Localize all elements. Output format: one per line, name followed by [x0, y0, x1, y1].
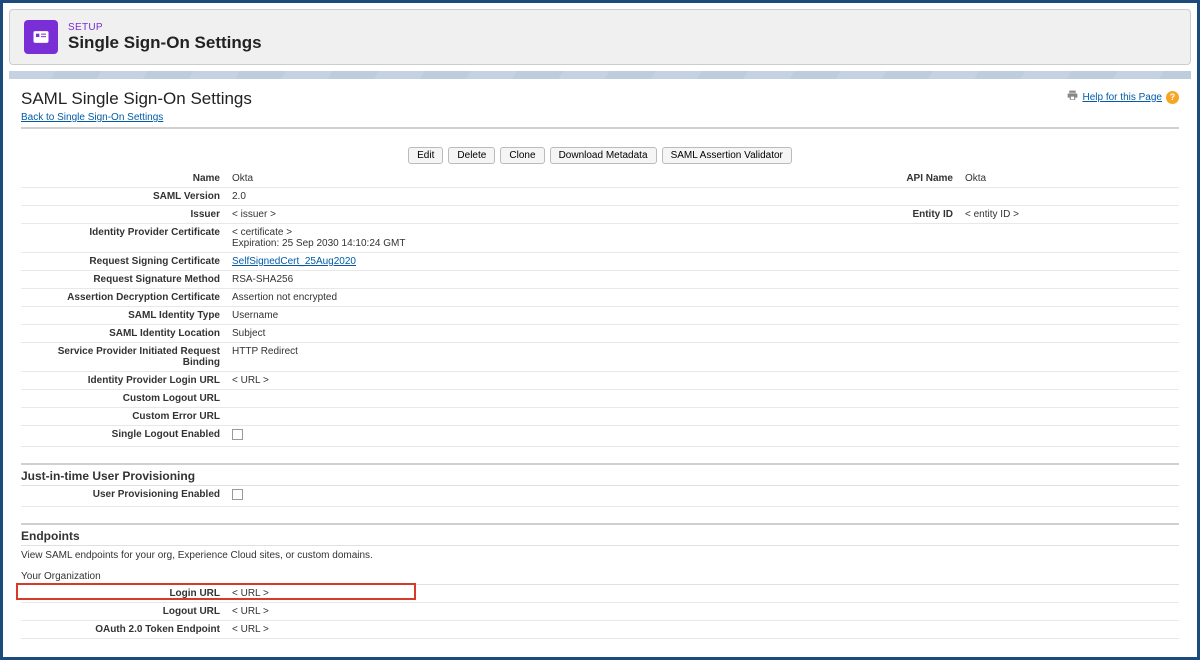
name-label: Name	[21, 170, 226, 188]
req-sign-cert-link[interactable]: SelfSignedCert_25Aug2020	[232, 256, 356, 267]
setup-header: SETUP Single Sign-On Settings	[9, 9, 1191, 65]
saml-validator-button[interactable]: SAML Assertion Validator	[662, 147, 792, 164]
api-name-label: API Name	[829, 170, 959, 188]
help-icon[interactable]: ?	[1166, 91, 1179, 104]
req-sig-method-value: RSA-SHA256	[226, 271, 1179, 289]
sp-binding-label: Service Provider Initiated Request Bindi…	[21, 343, 226, 372]
delete-button[interactable]: Delete	[448, 147, 495, 164]
saml-version-label: SAML Version	[21, 188, 226, 206]
idp-cert-value: < certificate > Expiration: 25 Sep 2030 …	[226, 224, 1179, 253]
endpoints-desc: View SAML endpoints for your org, Experi…	[21, 546, 1179, 565]
idp-login-url-value: < URL >	[226, 372, 1179, 390]
decor-strip	[9, 71, 1191, 79]
req-sig-method-label: Request Signature Method	[21, 271, 226, 289]
endpoints-heading: Endpoints	[21, 523, 1179, 546]
idp-login-url-label: Identity Provider Login URL	[21, 372, 226, 390]
slo-enabled-checkbox	[232, 429, 243, 440]
sp-binding-value: HTTP Redirect	[226, 343, 1179, 372]
header-title: Single Sign-On Settings	[68, 33, 262, 53]
jit-enabled-label: User Provisioning Enabled	[21, 486, 226, 507]
download-metadata-button[interactable]: Download Metadata	[550, 147, 657, 164]
issuer-label: Issuer	[21, 206, 226, 224]
asrt-decryption-label: Assertion Decryption Certificate	[21, 289, 226, 307]
button-row-top: Edit Delete Clone Download Metadata SAML…	[21, 147, 1179, 164]
entity-id-label: Entity ID	[829, 206, 959, 224]
custom-error-label: Custom Error URL	[21, 408, 226, 426]
identity-type-value: Username	[226, 307, 1179, 325]
saml-version-value: 2.0	[226, 188, 1179, 206]
identity-location-value: Subject	[226, 325, 1179, 343]
setup-icon	[24, 20, 58, 54]
jit-enabled-checkbox	[232, 489, 243, 500]
identity-type-label: SAML Identity Type	[21, 307, 226, 325]
slo-enabled-label: Single Logout Enabled	[21, 426, 226, 447]
idp-cert-cert: < certificate >	[232, 227, 292, 238]
idp-cert-label: Identity Provider Certificate	[21, 224, 226, 253]
req-sign-cert-label: Request Signing Certificate	[21, 253, 226, 271]
asrt-decryption-value: Assertion not encrypted	[226, 289, 1179, 307]
logout-url-label: Logout URL	[21, 603, 226, 621]
header-eyebrow: SETUP	[68, 22, 262, 33]
logout-url-value: < URL >	[226, 603, 1179, 621]
org-heading: Your Organization	[21, 565, 1179, 585]
issuer-value: < issuer >	[226, 206, 829, 224]
clone-button[interactable]: Clone	[500, 147, 544, 164]
detail-table: Name Okta API Name Okta SAML Version 2.0…	[21, 170, 1179, 447]
entity-id-value: < entity ID >	[959, 206, 1179, 224]
custom-logout-value	[226, 390, 1179, 408]
oauth-endpoint-value: < URL >	[226, 621, 1179, 639]
idp-cert-exp: Expiration: 25 Sep 2030 14:10:24 GMT	[232, 238, 405, 249]
back-link[interactable]: Back to Single Sign-On Settings	[21, 112, 163, 123]
custom-error-value	[226, 408, 1179, 426]
help-link[interactable]: Help for this Page	[1083, 92, 1163, 103]
identity-location-label: SAML Identity Location	[21, 325, 226, 343]
login-url-label: Login URL	[169, 588, 220, 599]
custom-logout-label: Custom Logout URL	[21, 390, 226, 408]
jit-heading: Just-in-time User Provisioning	[21, 463, 1179, 486]
api-name-value: Okta	[959, 170, 1179, 188]
oauth-endpoint-label: OAuth 2.0 Token Endpoint	[21, 621, 226, 639]
print-icon[interactable]	[1066, 89, 1079, 105]
login-url-value: < URL >	[232, 588, 269, 599]
page-title: SAML Single Sign-On Settings	[21, 89, 252, 109]
edit-button[interactable]: Edit	[408, 147, 443, 164]
name-value: Okta	[226, 170, 829, 188]
